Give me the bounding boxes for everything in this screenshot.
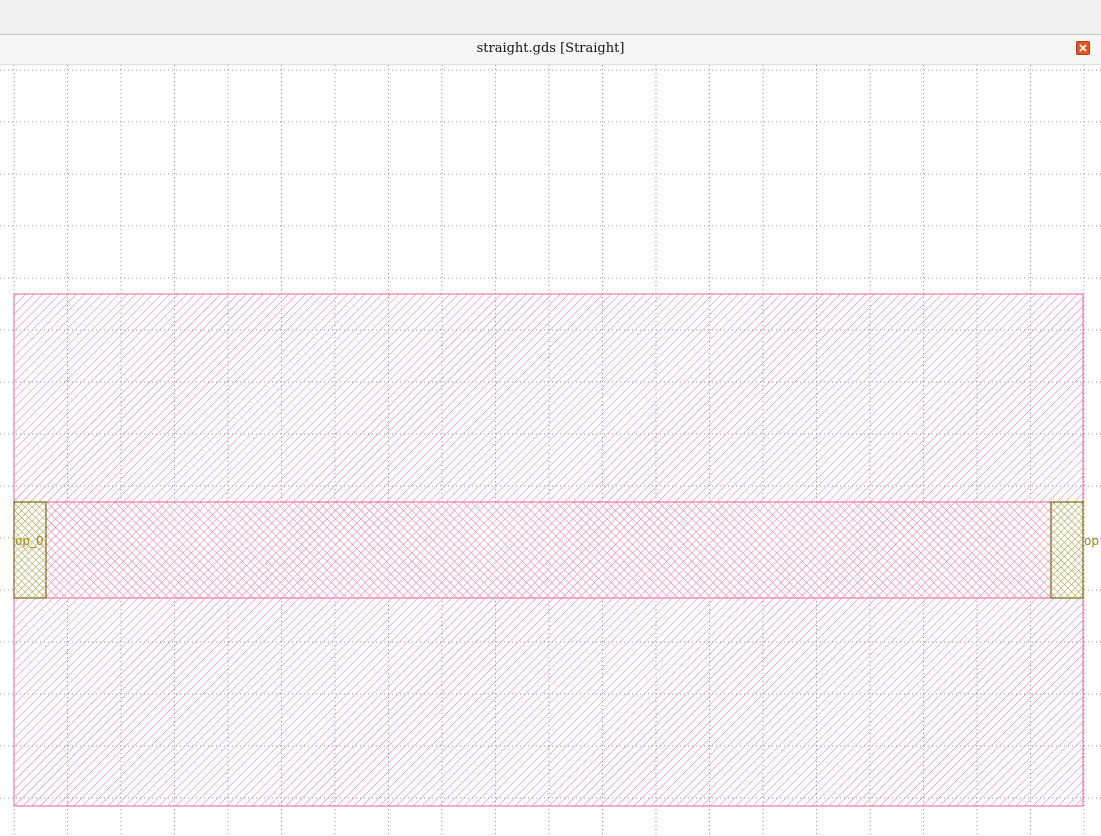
title-bar: straight.gds [Straight] [0, 35, 1101, 65]
port-label-left: op_0 [15, 534, 44, 548]
layout-drawing: op_0 op [0, 65, 1101, 836]
port-op1-hatch-b [1050, 501, 1084, 599]
close-icon [1079, 44, 1087, 52]
port-op0-hatch-b [13, 501, 47, 599]
port-label-right: op [1084, 534, 1099, 548]
layout-viewer-window: straight.gds [Straight] op_0 op [0, 0, 1101, 836]
close-button[interactable] [1076, 41, 1090, 55]
window-title: straight.gds [Straight] [476, 41, 625, 56]
waveguide-core-hatch-b [13, 501, 1084, 599]
layout-canvas[interactable]: op_0 op [0, 65, 1101, 836]
toolbar-strip [0, 0, 1101, 35]
